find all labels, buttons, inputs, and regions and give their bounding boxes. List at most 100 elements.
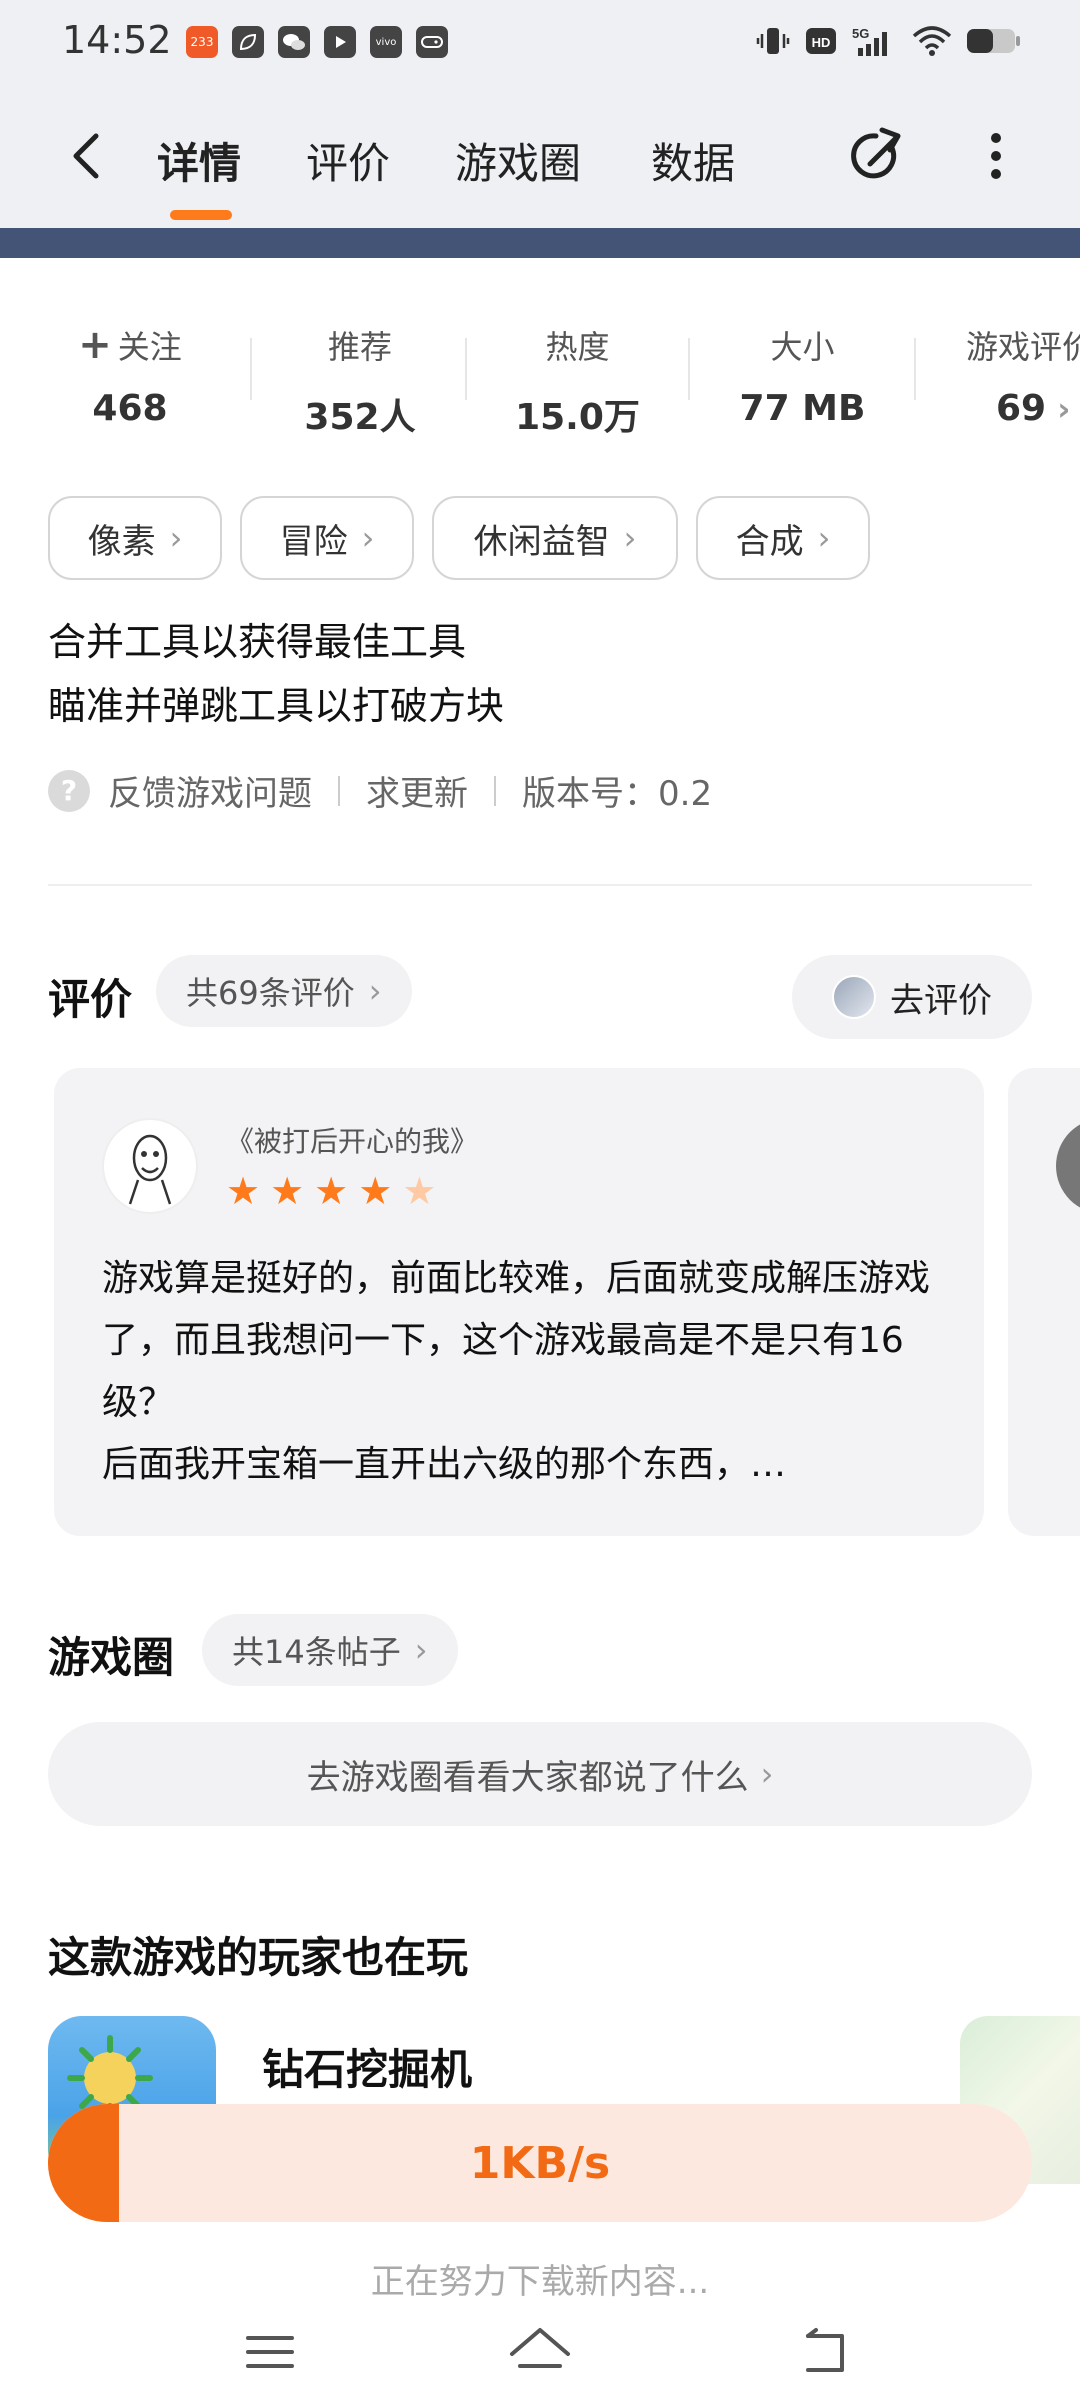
stat-value: 15.0万 — [515, 397, 640, 438]
tag-chip[interactable]: 休闲益智 › — [432, 496, 678, 580]
stat-popularity: 热度 15.0万 — [505, 322, 650, 440]
game-name[interactable]: 钻石挖掘机 — [262, 2036, 472, 2097]
star-icon: ★ — [226, 1169, 261, 1213]
feedback-link[interactable]: 反馈游戏问题 — [108, 766, 312, 815]
stat-recommend: 推荐 352人 — [290, 322, 430, 440]
tag-label: 冒险 — [279, 521, 348, 562]
battery-icon — [966, 24, 1022, 58]
5g-signal-icon: 5G — [852, 24, 898, 58]
version-text: 版本号：0.2 — [522, 774, 713, 814]
stat-label: 推荐 — [327, 328, 392, 366]
chevron-right-icon: › — [361, 519, 375, 557]
stat-divider — [465, 338, 467, 400]
description-line: 瞄准并弹跳工具以打破方块 — [48, 684, 505, 728]
active-tab-indicator — [170, 210, 232, 220]
download-speed: 1KB/s — [469, 2137, 611, 2189]
stat-label: 游戏评价 — [966, 328, 1080, 366]
request-update-link[interactable]: 求更新 — [366, 766, 468, 815]
rating-stars: ★ ★ ★ ★ ★ — [226, 1172, 436, 1210]
go-rate-label: 去评价 — [890, 980, 992, 1021]
star-half-icon: ★ — [402, 1169, 437, 1213]
stat-label: 热度 — [545, 328, 610, 366]
chevron-right-icon: › — [368, 972, 382, 1010]
circle-cta-label: 去游戏圈看看大家都说了什么 — [306, 1757, 749, 1798]
leaf-app-icon — [232, 26, 264, 58]
review-card-next[interactable] — [1008, 1068, 1080, 1536]
tab-data[interactable]: 数据 — [651, 130, 735, 191]
separator — [338, 775, 340, 806]
game-app-icon — [416, 26, 448, 58]
section-divider — [48, 884, 1032, 886]
back-icon[interactable] — [62, 126, 112, 186]
stat-value: 77 MB — [739, 388, 866, 429]
circle-count: 共14条帖子 — [232, 1633, 401, 1671]
description-line: 合并工具以获得最佳工具 — [48, 620, 467, 664]
share-icon[interactable] — [846, 126, 906, 186]
status-bar: 14:52 233 vivo HD 5G — [0, 0, 1080, 90]
stat-value: 468 — [92, 388, 168, 429]
tag-chip[interactable]: 像素 › — [48, 496, 222, 580]
review-text-line: 游戏算是挺好的，前面比较难，后面就变成解压游戏了，而且我想问一下，这个游戏最高是… — [102, 1258, 931, 1423]
wechat-icon — [278, 26, 310, 58]
star-icon: ★ — [314, 1169, 349, 1213]
vibrate-icon — [756, 24, 790, 58]
stat-divider — [914, 338, 916, 400]
stat-label: 大小 — [770, 328, 835, 366]
reviews-title: 评价 — [48, 975, 133, 1024]
reviews-count: 共69条评价 — [186, 974, 355, 1012]
tag-chip[interactable]: 冒险 › — [240, 496, 414, 580]
tab-reviews[interactable]: 评价 — [306, 130, 390, 191]
play-app-icon — [324, 26, 356, 58]
menu-icon[interactable] — [240, 2322, 300, 2382]
download-progress-bar[interactable]: 1KB/s — [48, 2104, 1032, 2222]
back-gesture-icon[interactable] — [796, 2322, 856, 2382]
user-avatar — [832, 975, 876, 1019]
chevron-right-icon: › — [623, 519, 637, 557]
tab-game-circle[interactable]: 游戏圈 — [455, 130, 581, 191]
reviewer-avatar — [1056, 1118, 1080, 1214]
star-icon: ★ — [358, 1169, 393, 1213]
stat-value: 352人 — [304, 397, 416, 438]
reviewer-avatar — [102, 1118, 198, 1214]
chevron-right-icon: › — [169, 519, 183, 557]
top-navigation: 详情 评价 游戏圈 数据 — [0, 90, 1080, 228]
more-options-icon[interactable] — [982, 126, 1010, 186]
stat-value: 69 — [996, 388, 1047, 429]
circle-title: 游戏圈 — [48, 1633, 175, 1682]
reviews-count-pill[interactable]: 共69条评价 › — [156, 955, 412, 1027]
svg-text:HD: HD — [812, 35, 831, 50]
also-play-title: 这款游戏的玩家也在玩 — [48, 1933, 469, 1982]
header-banner-strip — [0, 228, 1080, 258]
game-description: 合并工具以获得最佳工具 瞄准并弹跳工具以打破方块 — [48, 610, 504, 738]
status-indicators: HD 5G — [756, 24, 1022, 58]
wifi-icon — [912, 24, 952, 58]
star-icon: ★ — [270, 1169, 305, 1213]
stat-game-rating[interactable]: 游戏评价 69 › — [966, 322, 1080, 429]
system-navigation-bar — [0, 2296, 1080, 2408]
game-circle-cta[interactable]: 去游戏圈看看大家都说了什么 › — [48, 1722, 1032, 1826]
stat-follow[interactable]: + 关注 468 — [70, 322, 190, 429]
svg-text:5G: 5G — [852, 26, 869, 41]
meta-row: ? 反馈游戏问题 求更新 版本号：0.2 — [48, 766, 712, 815]
hd-icon: HD — [804, 24, 838, 58]
review-text: 游戏算是挺好的，前面比较难，后面就变成解压游戏了，而且我想问一下，这个游戏最高是… — [102, 1248, 942, 1496]
notification-icons: 233 vivo — [186, 26, 448, 58]
home-icon[interactable] — [508, 2322, 570, 2382]
vivo-icon: vivo — [370, 26, 402, 58]
details-sheet: + 关注 468 推荐 352人 热度 15.0万 大小 77 MB 游戏评价 6… — [0, 258, 1080, 2408]
review-text-line: 后面我开宝箱一直开出六级的那个东西，… — [102, 1444, 787, 1485]
stat-divider — [688, 338, 690, 400]
circle-count-pill[interactable]: 共14条帖子 › — [202, 1614, 458, 1686]
tag-chip[interactable]: 合成 › — [696, 496, 870, 580]
tab-details[interactable]: 详情 — [157, 130, 241, 191]
stat-size: 大小 77 MB — [720, 322, 885, 429]
tag-label: 像素 — [87, 521, 156, 562]
go-rate-button[interactable]: 去评价 — [792, 955, 1032, 1039]
stat-divider — [250, 338, 252, 400]
reviewer-name: 《被打后开心的我》 — [226, 1125, 479, 1158]
app-233-icon: 233 — [186, 26, 218, 58]
stat-label: 关注 — [117, 328, 182, 366]
review-card[interactable]: 《被打后开心的我》 ★ ★ ★ ★ ★ 游戏算是挺好的，前面比较难，后面就变成解… — [54, 1068, 984, 1536]
chevron-right-icon: › — [760, 1755, 774, 1793]
question-icon: ? — [48, 769, 90, 812]
